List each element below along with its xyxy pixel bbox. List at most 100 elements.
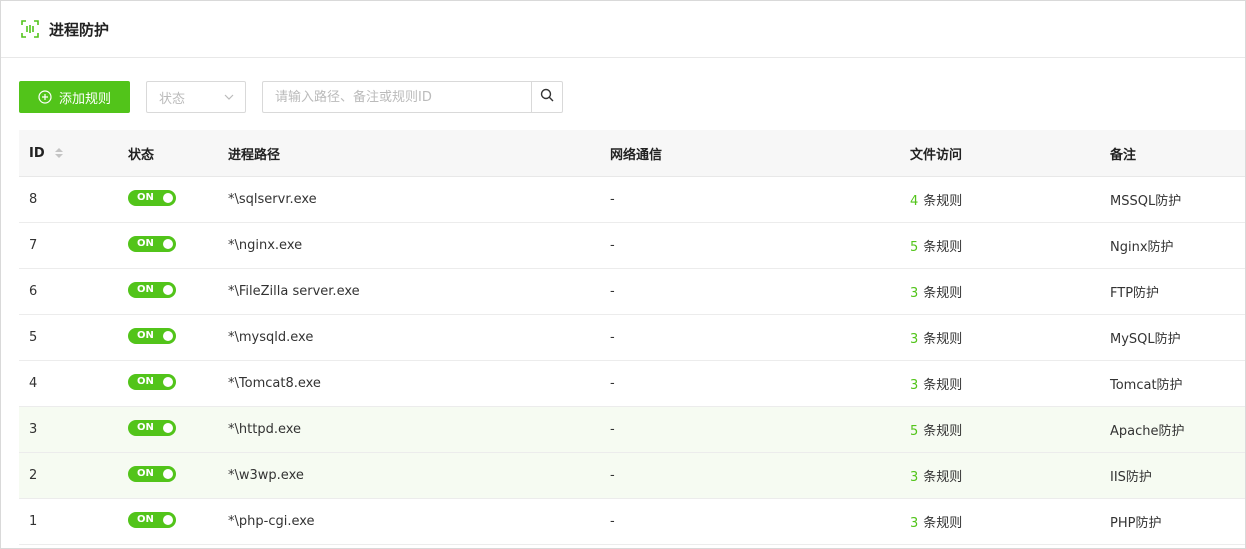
row-note: Nginx防护: [1110, 240, 1174, 255]
row-file-access[interactable]: 3 条规则: [901, 512, 1101, 531]
row-id: 6: [29, 284, 38, 299]
column-id[interactable]: ID: [19, 146, 119, 161]
row-file-access[interactable]: 5 条规则: [901, 420, 1101, 439]
row-note: MSSQL防护: [1110, 194, 1182, 209]
status-toggle[interactable]: ON: [128, 465, 176, 482]
rule-count[interactable]: 5: [910, 424, 918, 439]
column-file-access: 文件访问: [910, 147, 963, 163]
rule-suffix: 条规则: [923, 240, 963, 255]
status-select[interactable]: 状态: [146, 81, 246, 113]
row-note: IIS防护: [1110, 470, 1152, 485]
search-input[interactable]: [262, 81, 531, 113]
table-row: 6 ON *\FileZilla server.exe - 3 条规则 FTP防护: [19, 269, 1245, 315]
status-toggle[interactable]: ON: [128, 327, 176, 344]
row-note: MySQL防护: [1110, 332, 1181, 347]
column-path: 进程路径: [228, 147, 281, 163]
page-header: 进程防护: [1, 1, 1245, 58]
row-path: *\httpd.exe: [228, 422, 302, 437]
column-status: 状态: [128, 147, 155, 163]
toolbar: 添加规则 状态: [19, 81, 563, 113]
process-protection-panel: 进程防护 添加规则 状态 ID: [0, 0, 1246, 549]
rule-suffix: 条规则: [923, 516, 963, 531]
row-id: 3: [29, 422, 38, 437]
rule-suffix: 条规则: [923, 378, 963, 393]
status-toggle[interactable]: ON: [128, 511, 176, 528]
rule-suffix: 条规则: [923, 332, 963, 347]
rules-table: ID 状态 进程路径 网络通信 文件访问 备注 8 ON *\sqlservr.…: [19, 130, 1245, 545]
toggle-label: ON: [137, 191, 154, 203]
status-toggle[interactable]: ON: [128, 281, 176, 298]
search-group: [262, 81, 563, 113]
column-note: 备注: [1110, 147, 1137, 163]
row-network: -: [610, 284, 615, 299]
row-network: -: [610, 376, 615, 391]
rule-count[interactable]: 4: [910, 194, 918, 209]
status-toggle[interactable]: ON: [128, 419, 176, 436]
row-id: 5: [29, 330, 38, 345]
row-file-access[interactable]: 4 条规则: [901, 190, 1101, 209]
row-file-access[interactable]: 3 条规则: [901, 374, 1101, 393]
row-file-access[interactable]: 5 条规则: [901, 236, 1101, 255]
row-file-access[interactable]: 3 条规则: [901, 328, 1101, 347]
table-row: 4 ON *\Tomcat8.exe - 3 条规则 Tomcat防护: [19, 361, 1245, 407]
row-network: -: [610, 192, 615, 207]
page-title: 进程防护: [49, 20, 110, 39]
rule-count[interactable]: 3: [910, 378, 918, 393]
row-file-access[interactable]: 3 条规则: [901, 282, 1101, 301]
table-header: ID 状态 进程路径 网络通信 文件访问 备注: [19, 130, 1245, 177]
toggle-label: ON: [137, 329, 154, 341]
row-note: PHP防护: [1110, 516, 1162, 531]
column-network: 网络通信: [610, 147, 663, 163]
row-network: -: [610, 238, 615, 253]
rule-count[interactable]: 3: [910, 332, 918, 347]
rule-suffix: 条规则: [923, 286, 963, 301]
search-button[interactable]: [531, 81, 563, 113]
rule-count[interactable]: 3: [910, 470, 918, 485]
toggle-label: ON: [137, 421, 154, 433]
row-network: -: [610, 514, 615, 529]
row-path: *\w3wp.exe: [228, 468, 304, 483]
row-network: -: [610, 422, 615, 437]
row-id: 7: [29, 238, 38, 253]
row-id: 8: [29, 192, 38, 207]
row-path: *\sqlservr.exe: [228, 192, 317, 207]
row-id: 2: [29, 468, 38, 483]
status-toggle[interactable]: ON: [128, 373, 176, 390]
rule-count[interactable]: 3: [910, 286, 918, 301]
rule-suffix: 条规则: [923, 424, 963, 439]
rule-suffix: 条规则: [923, 194, 963, 209]
table-row: 2 ON *\w3wp.exe - 3 条规则 IIS防护: [19, 453, 1245, 499]
row-network: -: [610, 468, 615, 483]
scan-icon: [20, 19, 40, 39]
row-note: Tomcat防护: [1110, 378, 1183, 393]
row-path: *\nginx.exe: [228, 238, 303, 253]
row-note: FTP防护: [1110, 286, 1160, 301]
row-id: 4: [29, 376, 38, 391]
toggle-label: ON: [137, 237, 154, 249]
sort-icon[interactable]: [54, 148, 63, 158]
row-path: *\Tomcat8.exe: [228, 376, 321, 391]
toggle-label: ON: [137, 513, 154, 525]
rule-count[interactable]: 3: [910, 516, 918, 531]
row-path: *\mysqld.exe: [228, 330, 314, 345]
table-row: 8 ON *\sqlservr.exe - 4 条规则 MSSQL防护: [19, 177, 1245, 223]
status-toggle[interactable]: ON: [128, 235, 176, 252]
row-id: 1: [29, 514, 38, 529]
table-row: 1 ON *\php-cgi.exe - 3 条规则 PHP防护: [19, 499, 1245, 545]
add-rule-button[interactable]: 添加规则: [19, 81, 130, 113]
add-rule-label: 添加规则: [58, 91, 111, 107]
status-toggle[interactable]: ON: [128, 189, 176, 206]
table-row: 7 ON *\nginx.exe - 5 条规则 Nginx防护: [19, 223, 1245, 269]
row-network: -: [610, 330, 615, 345]
search-icon: [540, 88, 554, 106]
row-path: *\FileZilla server.exe: [228, 284, 360, 299]
status-select-value: 状态: [159, 91, 186, 107]
row-file-access[interactable]: 3 条规则: [901, 466, 1101, 485]
toggle-label: ON: [137, 375, 154, 387]
table-row: 5 ON *\mysqld.exe - 3 条规则 MySQL防护: [19, 315, 1245, 361]
toggle-label: ON: [137, 283, 154, 295]
rule-suffix: 条规则: [923, 470, 963, 485]
chevron-down-icon: [223, 91, 235, 103]
rule-count[interactable]: 5: [910, 240, 918, 255]
column-id-label: ID: [29, 145, 45, 161]
